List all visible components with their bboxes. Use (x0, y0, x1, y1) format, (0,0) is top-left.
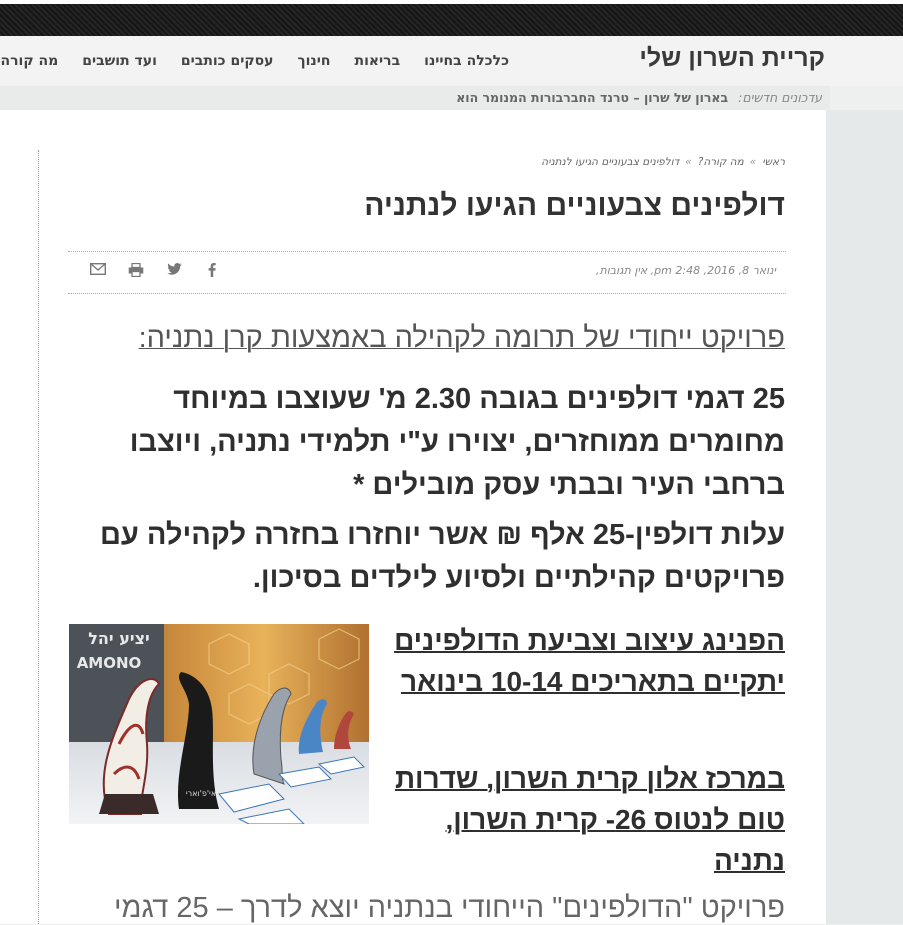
post-lead: פרויקט ייחודי של תרומה לקהילה באמצעות קר… (138, 322, 785, 354)
site-header: קריית השרון שלי מה קורה? ועד תושבים עסקי… (0, 36, 903, 86)
ticker-headline-link[interactable]: בארון של שרון – טרנד החברבורות המנומר הו… (456, 90, 728, 105)
event-dates-link[interactable]: הפנינג עיצוב וצביעת הדולפינים יתקיים בתא… (385, 620, 785, 702)
breadcrumb-separator: » (749, 156, 757, 168)
facebook-icon[interactable] (202, 263, 222, 277)
post-paragraph-1: 25 דגמי דולפינים בגובה 2.30 מ' שעוצבו במ… (129, 383, 785, 501)
dolphins-photo: יציע יהל AMONO אי'פ'וארי (69, 624, 369, 824)
breadcrumb-section[interactable]: מה קורה? (698, 156, 744, 168)
breadcrumb-separator: » (685, 156, 692, 168)
photo-dolphin-label: אי'פ'וארי (186, 789, 216, 798)
photo-sign-text: יציע יהל (88, 629, 149, 648)
post-bottom-teaser: פרויקט "הדולפינים" הייחודי בנתניה יוצא ל… (114, 892, 785, 924)
twitter-icon[interactable] (164, 263, 184, 277)
site-title[interactable]: קריית השרון שלי (639, 44, 825, 73)
top-black-bar (0, 0, 903, 36)
breadcrumb-home[interactable]: ראשי (762, 156, 785, 168)
event-location-link[interactable]: במרכז אלון קרית השרון, שדרות טום לנטוס 2… (385, 758, 785, 881)
right-sidebar-strip (826, 110, 903, 924)
email-icon[interactable] (88, 263, 108, 277)
post-meta: ינואר 8, 2016, 2:48 pm, אין תגובות, (596, 264, 776, 277)
news-ticker: עדכונים חדשים: בארון של שרון – טרנד החבר… (0, 86, 830, 110)
post-title: דולפינים צבעוניים הגיעו לנתניה (364, 189, 785, 222)
nav-item-education[interactable]: חינוך (284, 53, 341, 69)
nav-item-residents[interactable]: ועד תושבים (68, 53, 167, 69)
nav-item-economy[interactable]: כלכלה בחיינו (410, 53, 519, 69)
post-paragraph-2: עלות דולפין-25 אלף ₪ אשר יוחזרו בחזרה לק… (100, 519, 785, 594)
breadcrumb: ראשי » מה קורה? » דולפינים צבעוניים הגיעו לנ… (541, 156, 785, 168)
nav-item-health[interactable]: בריאות (341, 53, 411, 69)
nav-item-business[interactable]: עסקים כותבים (167, 53, 284, 69)
share-buttons (88, 263, 222, 277)
nav-item-whats-up[interactable]: מה קורה? (0, 53, 68, 69)
breadcrumb-current: דולפינים צבעוניים הגיעו לנתניה (541, 156, 680, 168)
post-meta-bar: ינואר 8, 2016, 2:48 pm, אין תגובות, (68, 251, 786, 294)
content-divider (38, 150, 39, 924)
print-icon[interactable] (126, 263, 146, 277)
photo-sign-text-latin: AMONO (77, 654, 142, 672)
main-nav: מה קורה? ועד תושבים עסקים כותבים חינוך ב… (0, 36, 519, 86)
ticker-label: עדכונים חדשים: (738, 90, 822, 105)
